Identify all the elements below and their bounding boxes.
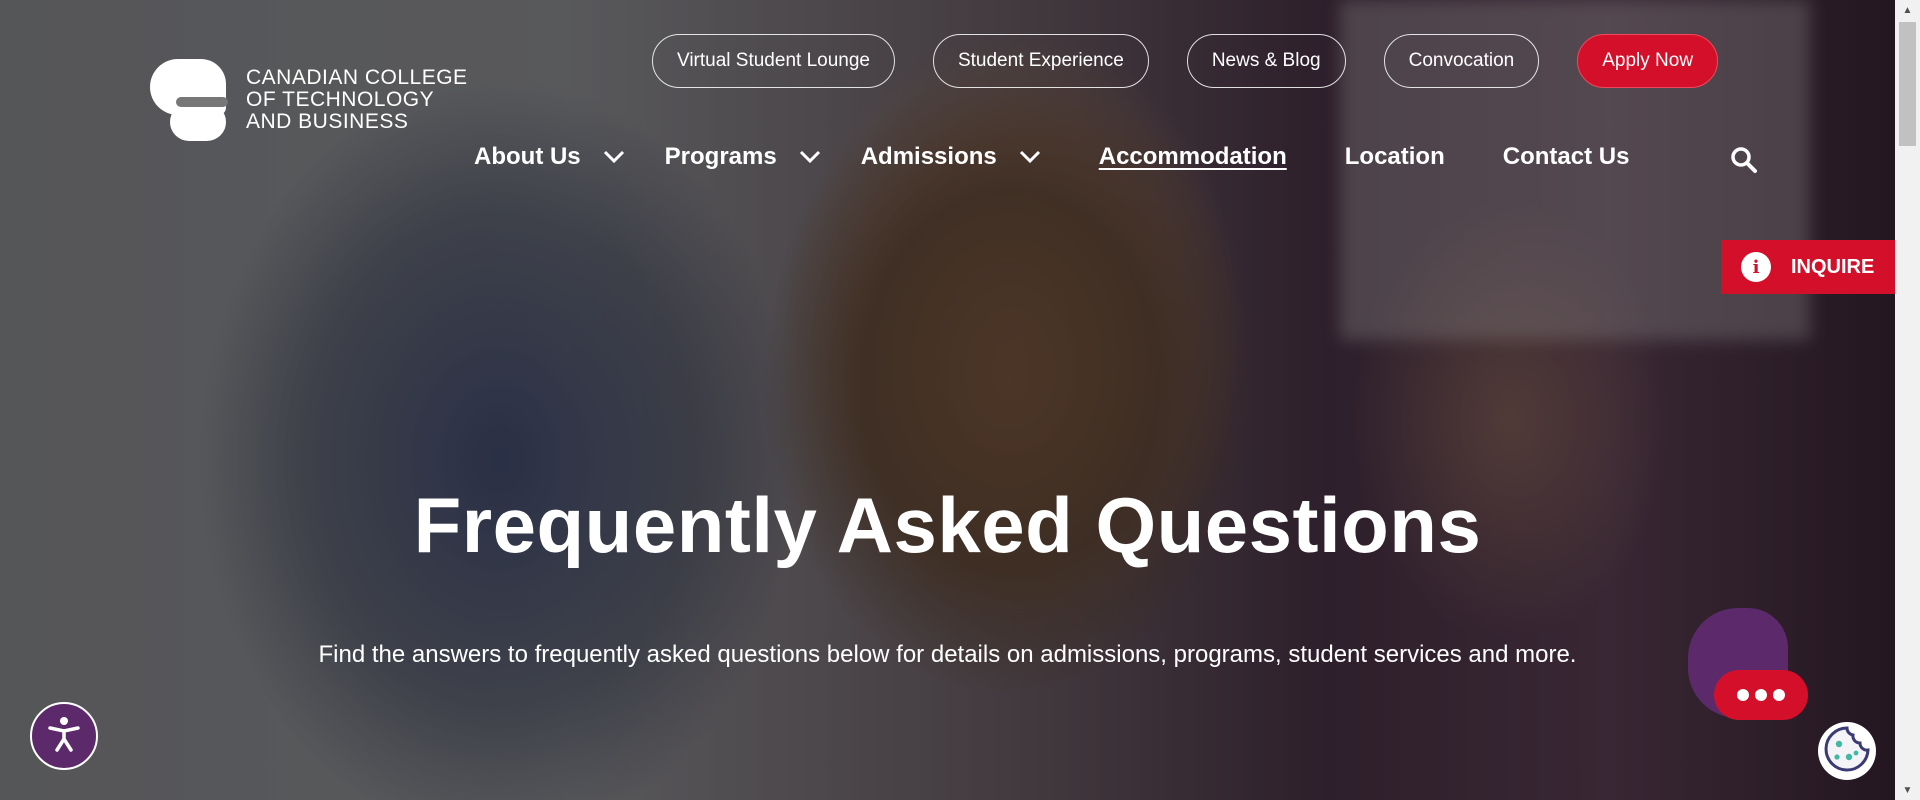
convocation-link[interactable]: Convocation <box>1383 34 1540 88</box>
nav-about-us-label: About Us <box>474 143 581 170</box>
accessibility-button[interactable] <box>30 702 98 770</box>
chat-icon <box>1714 670 1808 720</box>
page-subtitle: Find the answers to frequently asked que… <box>318 641 1577 668</box>
nav-location-label: Location <box>1344 143 1445 170</box>
top-links: Virtual Student Lounge Student Experienc… <box>652 34 1719 88</box>
scrollbar[interactable]: ▲ ▼ <box>1895 0 1920 800</box>
nav-admissions[interactable]: Admissions <box>861 143 1041 171</box>
nav-admissions-label: Admissions <box>860 143 997 170</box>
accessibility-icon <box>44 714 84 759</box>
scrollbar-thumb[interactable] <box>1899 22 1916 146</box>
college-logo[interactable]: CANADIAN COLLEGE OF TECHNOLOGY AND BUSIN… <box>150 59 468 141</box>
nav-accommodation-label: Accommodation <box>1098 143 1287 170</box>
cookie-button[interactable] <box>1818 722 1876 780</box>
nav-location[interactable]: Location <box>1345 143 1445 171</box>
logo-line-2: OF TECHNOLOGY <box>246 88 435 111</box>
inquire-label: INQUIRE <box>1791 255 1875 278</box>
chevron-down-icon[interactable] <box>799 146 821 168</box>
chevron-down-icon[interactable] <box>603 146 625 168</box>
page-title: Frequently Asked Questions <box>413 481 1482 569</box>
logo-line-3: AND BUSINESS <box>246 110 409 133</box>
nav-contact-us[interactable]: Contact Us <box>1503 143 1630 171</box>
nav-contact-us-label: Contact Us <box>1502 143 1630 170</box>
inquire-button[interactable]: i INQUIRE <box>1721 240 1895 294</box>
nav-programs-label: Programs <box>664 143 777 170</box>
nav-about-us[interactable]: About Us <box>474 143 625 171</box>
virtual-student-lounge-link[interactable]: Virtual Student Lounge <box>652 34 895 88</box>
news-blog-link[interactable]: News & Blog <box>1186 34 1346 88</box>
main-nav: About Us Programs Admissions Accommodati… <box>474 143 1687 171</box>
chevron-down-icon[interactable] <box>1019 146 1041 168</box>
scroll-down-arrow-icon[interactable]: ▼ <box>1895 780 1920 800</box>
chat-button[interactable] <box>1688 608 1808 723</box>
cookie-icon <box>1822 724 1872 779</box>
scroll-up-arrow-icon[interactable]: ▲ <box>1895 0 1920 20</box>
apply-now-button[interactable]: Apply Now <box>1577 34 1719 88</box>
nav-accommodation[interactable]: Accommodation <box>1099 143 1287 171</box>
nav-programs[interactable]: Programs <box>665 143 821 171</box>
logo-mark <box>150 59 228 141</box>
info-icon: i <box>1741 252 1771 282</box>
student-experience-link[interactable]: Student Experience <box>932 34 1149 88</box>
logo-line-1: CANADIAN COLLEGE <box>246 66 468 89</box>
search-icon[interactable] <box>1730 146 1758 174</box>
logo-text: CANADIAN COLLEGE OF TECHNOLOGY AND BUSIN… <box>246 67 468 133</box>
